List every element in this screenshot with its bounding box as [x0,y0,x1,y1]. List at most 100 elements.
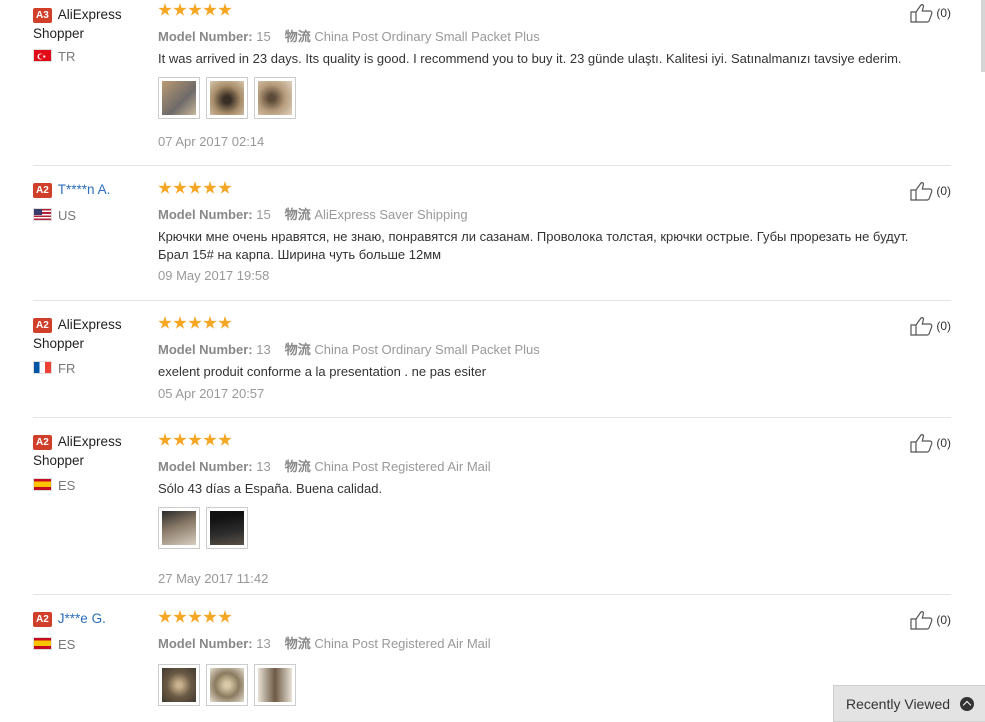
country-code: ES [58,637,76,652]
star-icon [188,610,202,623]
review-date: 07 Apr 2017 02:14 [158,134,265,149]
logistics-label: 物流 [284,636,311,651]
scrollbar[interactable] [981,0,985,72]
review-photo[interactable] [158,664,200,706]
review-item: A2 J***e G. ES Model Number: 13 物流 China P… [33,595,951,722]
reviewer-info: A3 AliExpress Shopper [33,5,151,43]
review-text: Крючки мне очень нравятся, не знаю, понр… [158,229,909,262]
review-text: Sólo 43 días a España. Buena calidad. [158,481,383,496]
country-code: ES [58,478,76,493]
chevron-up-circle-icon [960,696,975,711]
review-photo[interactable] [206,664,248,706]
level-badge: A2 [33,183,52,198]
thumbs-up-icon[interactable] [910,433,934,453]
review-date: 09 May 2017 19:58 [158,268,270,283]
star-icon [203,181,217,194]
country-code: TR [58,49,76,64]
review-item: A3 AliExpress Shopper TR Model Number: 15… [33,0,951,166]
reviewer-name: AliExpress [57,7,122,22]
thumbs-up-icon[interactable] [910,316,934,336]
shipping-method: China Post Ordinary Small Packet Plus [314,29,540,44]
review-item: A2 T****n A. US Model Number: 15 物流 AliExp… [33,166,951,301]
star-icon [218,181,232,194]
star-icon [158,316,172,329]
star-icon [188,433,202,446]
helpful-count: (0) [936,436,951,450]
helpful-count: (0) [936,184,951,198]
review-item: A2 AliExpress Shopper FR Model Number: 13… [33,301,951,418]
review-photo[interactable] [206,507,248,549]
logistics-label: 物流 [284,342,311,357]
thumbs-up-icon[interactable] [910,3,934,23]
helpful-vote[interactable]: (0) [910,610,951,630]
star-icon [218,3,232,16]
flag-es-icon [33,478,52,491]
reviewer-name[interactable]: T****n A. [58,182,111,197]
shipping-method: China Post Ordinary Small Packet Plus [314,342,540,357]
order-meta: Model Number: 15 物流 China Post Ordinary S… [158,29,540,44]
level-badge: A2 [33,318,52,333]
star-icon [173,433,187,446]
shipping-method: China Post Registered Air Mail [314,636,491,651]
star-icon [158,181,172,194]
review-photo[interactable] [158,77,200,119]
reviewer-name: AliExpress [57,317,122,332]
star-icon [158,3,172,16]
star-icon [203,610,217,623]
order-meta: Model Number: 15 物流 AliExpress Saver Ship… [158,207,468,222]
model-number: 13 [256,459,271,474]
thumbs-up-icon[interactable] [910,610,934,630]
reviewer-name[interactable]: J***e G. [58,611,106,626]
reviewer-info: A2 AliExpress Shopper [33,315,151,353]
star-icon [158,610,172,623]
review-photos [158,507,248,549]
reviewer-country: ES [33,637,75,652]
level-badge: A2 [33,612,52,627]
helpful-vote[interactable]: (0) [910,181,951,201]
star-icon [173,610,187,623]
review-text: It was arrived in 23 days. Its quality i… [158,51,902,66]
order-meta: Model Number: 13 物流 China Post Registered… [158,459,491,474]
reviewer-country: FR [33,361,75,376]
shipping-method: China Post Registered Air Mail [314,459,491,474]
model-number: 15 [256,207,271,222]
level-badge: A3 [33,8,52,23]
star-icon [173,3,187,16]
reviewer-info: A2 AliExpress Shopper [33,432,151,470]
flag-es-icon [33,637,52,650]
review-photos [158,664,296,706]
review-photo[interactable] [206,77,248,119]
order-meta: Model Number: 13 物流 China Post Ordinary S… [158,342,540,357]
flag-us-icon [33,208,52,221]
rating-stars [158,181,233,197]
star-icon [173,181,187,194]
star-icon [188,181,202,194]
model-number: 13 [256,636,271,651]
reviewer-info: A2 J***e G. [33,609,151,628]
logistics-label: 物流 [284,459,311,474]
reviewer-info: A2 T****n A. [33,180,151,199]
star-icon [203,316,217,329]
model-number: 13 [256,342,271,357]
star-icon [218,610,232,623]
reviewer-country: TR [33,49,75,64]
rating-stars [158,433,233,449]
logistics-label: 物流 [284,29,311,44]
country-code: US [58,208,77,223]
star-icon [173,316,187,329]
reviewer-name: AliExpress [57,434,122,449]
review-photo[interactable] [254,77,296,119]
level-badge: A2 [33,435,52,450]
helpful-count: (0) [936,613,951,627]
review-photo[interactable] [254,664,296,706]
star-icon [203,433,217,446]
star-icon [188,3,202,16]
helpful-vote[interactable]: (0) [910,316,951,336]
thumbs-up-icon[interactable] [910,181,934,201]
review-photo[interactable] [158,507,200,549]
reviewer-name-line2: Shopper [33,26,85,41]
helpful-vote[interactable]: (0) [910,433,951,453]
recently-viewed-button[interactable]: Recently Viewed [833,685,985,722]
helpful-vote[interactable]: (0) [910,3,951,23]
model-number: 15 [256,29,271,44]
